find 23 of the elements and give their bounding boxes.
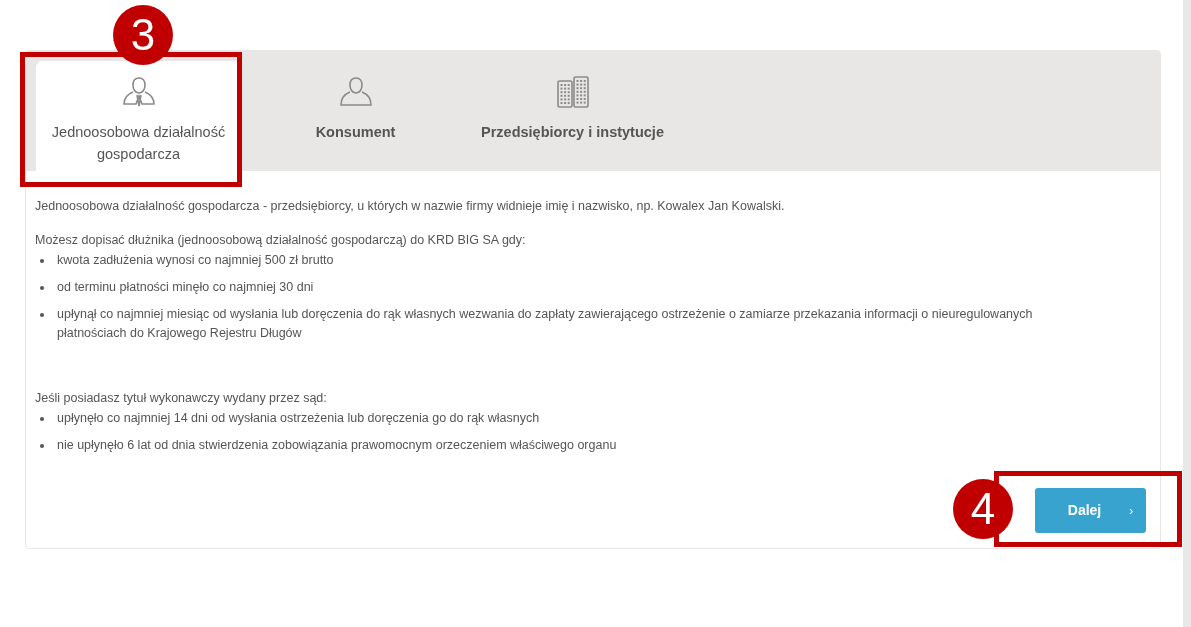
intro-text: Jednoosobowa działalność gospodarcza - przedsiębiorcy, u których w nazwie firmy widnieje imię i nazwisko, np. Kowalex Jan Kowalski.	[35, 198, 786, 215]
tab-label: Jednoosobowa działalność gospodarcza	[50, 123, 227, 164]
tab-label: Konsument	[315, 123, 396, 142]
tab-label: Przedsiębiorcy i instytucje	[481, 123, 664, 142]
tab[interactable]: Przedsiębiorcy i instytucje	[470, 61, 675, 171]
list-item-text: upłynęło co najmniej 14 dni od wysłania ostrzeżenia lub doręczenia go do rąk własnych	[57, 409, 541, 427]
section-heading: Możesz dopisać dłużnika (jednoosobową działalność gospodarczą) do KRD BIG SA gdy:	[35, 231, 527, 249]
list-item-text: upłynął co najmniej miesiąc od wysłania lub doręczenia do rąk własnych wezwania do zapłaty zawierającego ostrzeżenie o zamiarze przekazania informacji o nieuregulowanych płatnościach do Krajowego Rejestru Długów	[57, 305, 1034, 342]
list-item-text: kwota zadłużenia wynosi co najmniej 500 zł brutto	[57, 251, 335, 269]
section-heading: Jeśli posiadasz tytuł wykonawczy wydany przez sąd:	[35, 389, 328, 407]
bullet-icon	[40, 416, 44, 421]
step-marker: 4	[953, 479, 1013, 539]
bullet-icon	[40, 443, 44, 448]
list-item-text: nie upłynęło 6 lat od dnia stwierdzenia zobowiązania prawomocnym orzeczeniem właściwego organu	[57, 436, 618, 454]
bullet-icon	[40, 312, 44, 317]
bullet-icon	[40, 258, 44, 263]
person-tie-icon	[120, 75, 157, 109]
buildings-icon	[554, 75, 591, 109]
step-marker: 3	[113, 5, 173, 65]
person-icon	[337, 75, 374, 109]
tab[interactable]: Konsument	[253, 61, 458, 171]
bullet-icon	[40, 285, 44, 290]
list-item-text: od terminu płatności minęło co najmniej 30 dni	[57, 278, 315, 296]
